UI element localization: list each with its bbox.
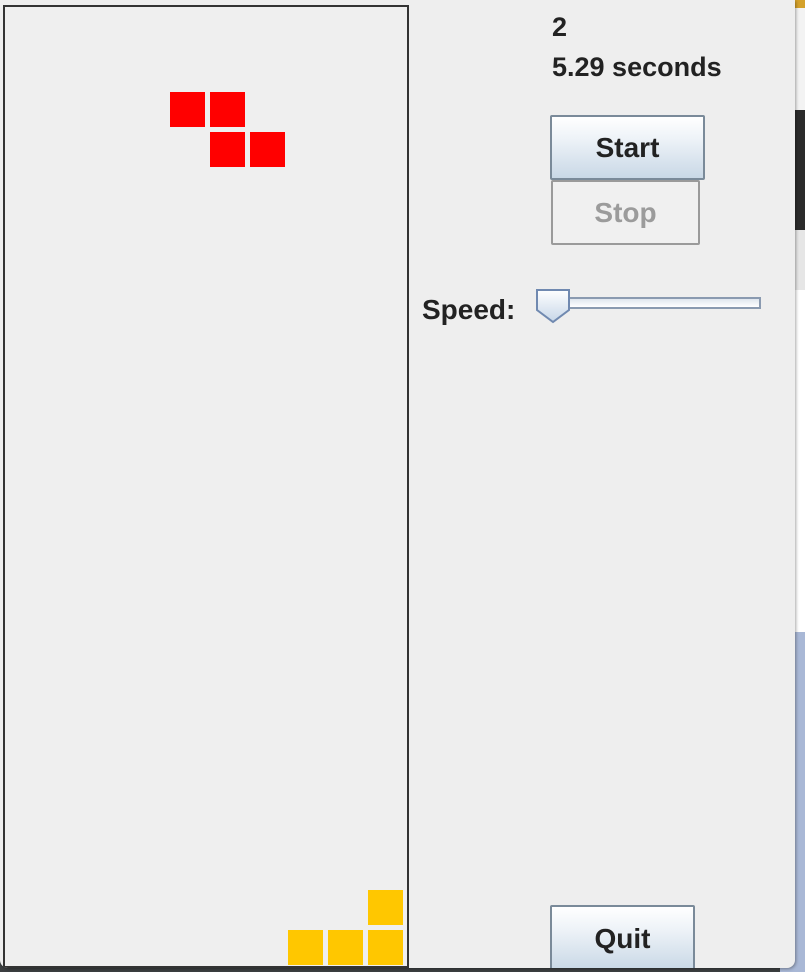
start-button[interactable]: Start [550,115,705,180]
game-board[interactable] [3,167,409,968]
next-piece-block [210,92,245,127]
next-piece-block [250,132,285,167]
next-piece-block [210,132,245,167]
tetris-window: 2 5.29 seconds Start Stop Speed: Quit [0,0,795,968]
quit-button[interactable]: Quit [550,905,695,968]
next-piece-preview [3,5,409,171]
score-value: 2 [552,12,568,42]
stop-button[interactable]: Stop [551,180,700,245]
landed-block [328,930,363,965]
elapsed-time: 5.29 seconds [552,52,722,82]
landed-block [368,890,403,925]
speed-label: Speed: [422,294,516,325]
landed-block [288,930,323,965]
next-piece-block [170,92,205,127]
landed-block [368,930,403,965]
speed-slider-thumb[interactable] [535,288,571,324]
